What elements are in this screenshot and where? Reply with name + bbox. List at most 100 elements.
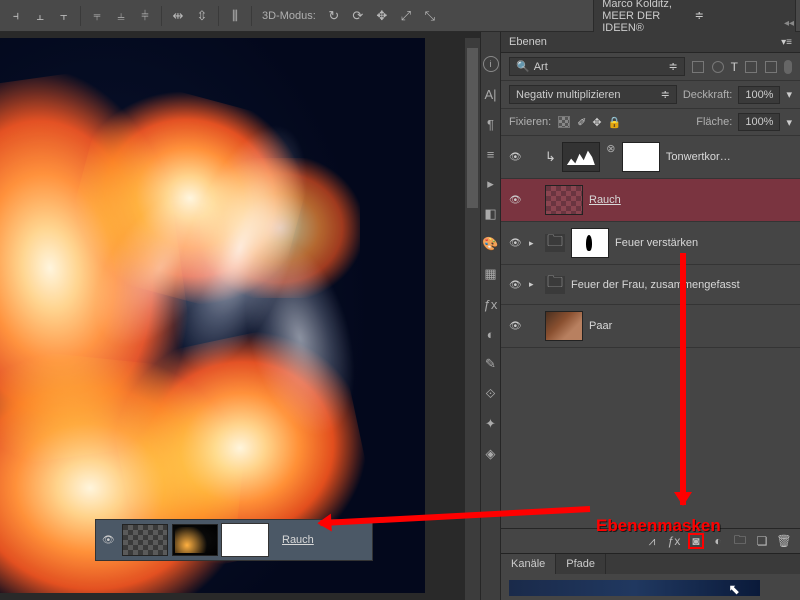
align-left-icon[interactable]: ⫞	[5, 5, 27, 27]
layer-mask-thumbnail[interactable]	[571, 228, 609, 258]
layer-list: ↳ ⊗ Tonwertkor… Rauch ▸ 🗀 Feuer verstärk…	[501, 136, 800, 528]
mask-link-icon[interactable]: ⊗	[606, 142, 616, 172]
layer-thumbnail	[122, 524, 168, 556]
styles-panel-icon[interactable]: ≡	[483, 146, 499, 162]
visibility-toggle[interactable]	[509, 279, 523, 291]
layer-name[interactable]: Feuer verstärken	[615, 237, 698, 249]
layer-filter-dropdown[interactable]: 🔍 Art ≑	[509, 57, 685, 76]
folder-icon: 🗀	[545, 234, 565, 252]
layers-panel-tab[interactable]: ◂◂ Ebenen ▾≡	[501, 32, 800, 53]
align-right-icon[interactable]: ⫟	[53, 5, 75, 27]
layer-row[interactable]: ▸ 🗀 Feuer der Frau, zusammengefasst	[501, 265, 800, 305]
new-adjustment-icon[interactable]: ◐	[710, 533, 726, 549]
3d-orbit-icon[interactable]: ↻	[323, 5, 345, 27]
filter-adjust-icon[interactable]	[712, 61, 724, 73]
lock-label: Fixieren:	[509, 116, 551, 128]
opacity-input[interactable]: 100%	[738, 86, 780, 104]
new-group-icon[interactable]: 🗀	[732, 533, 748, 549]
fill-label: Fläche:	[696, 116, 732, 128]
layer-name[interactable]: Rauch	[589, 194, 621, 206]
expand-toggle[interactable]: ▸	[529, 238, 539, 249]
mode-3d-label: 3D-Modus:	[262, 10, 316, 22]
distribute-v-icon[interactable]: ⇳	[191, 5, 213, 27]
lock-all-icon[interactable]: 🔒	[608, 116, 622, 129]
options-bar: ⫞ ⫠ ⫟ ⫧ ⫨ ⫩ ⇹ ⇳ ⫼ 3D-Modus: ↻ ⟳ ✥ ⤢ ⤡ Ma…	[0, 0, 800, 32]
panel-menu-icon[interactable]: ▾≡	[781, 37, 792, 48]
panel-icon[interactable]: ◧	[483, 206, 499, 222]
cursor-icon: ⬉	[728, 581, 740, 598]
blend-mode-dropdown[interactable]: Negativ multiplizieren ≑	[509, 85, 677, 104]
3d-roll-icon[interactable]: ⟳	[347, 5, 369, 27]
layer-row[interactable]: ▸ 🗀 Feuer verstärken	[501, 222, 800, 265]
expand-toggle[interactable]: ▸	[529, 279, 539, 290]
3d-slide-icon[interactable]: ⤢	[395, 5, 417, 27]
collapse-icon[interactable]: ◂◂	[784, 18, 794, 29]
layer-row[interactable]: ↳ ⊗ Tonwertkor…	[501, 136, 800, 179]
layer-row-selected[interactable]: Rauch	[501, 179, 800, 222]
link-layers-icon[interactable]: ⩘	[644, 533, 660, 549]
align-bottom-icon[interactable]: ⫩	[134, 5, 156, 27]
layer-name[interactable]: Paar	[589, 320, 612, 332]
lock-position-icon[interactable]: ✥	[592, 116, 601, 129]
filter-shape-icon[interactable]	[745, 61, 757, 73]
workspace-name: Marco Kolditz, MEER DER IDEEN®	[602, 0, 694, 34]
layer-mask-thumbnail	[222, 524, 268, 556]
layer-mask-thumbnail[interactable]	[622, 142, 660, 172]
paragraph-panel-icon[interactable]: ¶	[483, 116, 499, 132]
adjustment-thumbnail[interactable]	[562, 142, 600, 172]
fill-input[interactable]: 100%	[738, 113, 780, 131]
panel-group: ◂◂ Ebenen ▾≡ 🔍 Art ≑ T Negativ multipliz…	[500, 32, 800, 600]
visibility-toggle[interactable]	[509, 237, 523, 249]
new-layer-icon[interactable]: ❏	[754, 533, 770, 549]
bottom-panel-tabs: Kanäle Pfade	[501, 553, 800, 574]
align-top-icon[interactable]: ⫧	[86, 5, 108, 27]
add-layer-mask-icon[interactable]: ◙	[688, 533, 704, 549]
blend-mode-value: Negativ multiplizieren	[516, 89, 621, 101]
visibility-toggle[interactable]	[509, 320, 523, 332]
layer-thumbnail[interactable]	[545, 311, 583, 341]
channels-tab[interactable]: Kanäle	[501, 554, 556, 574]
chevron-down-icon[interactable]: ▾	[786, 88, 792, 101]
filter-pixel-icon[interactable]	[692, 61, 704, 73]
visibility-icon	[102, 534, 116, 546]
adjustments-panel-icon[interactable]: ◐	[483, 326, 499, 342]
layers-panel-footer: ⩘ ƒx ◙ ◐ 🗀 ❏ 🗑	[501, 528, 800, 553]
layer-fx-icon[interactable]: ƒx	[666, 533, 682, 549]
paths-tab[interactable]: Pfade	[556, 554, 606, 574]
align-center-v-icon[interactable]: ⫨	[110, 5, 132, 27]
3d-pan-icon[interactable]: ✥	[371, 5, 393, 27]
distribute-spacing-icon[interactable]: ⫼	[224, 5, 246, 27]
3d-scale-icon[interactable]: ⤡	[419, 5, 441, 27]
delete-layer-icon[interactable]: 🗑	[776, 533, 792, 549]
character-panel-icon[interactable]: A|	[483, 86, 499, 102]
layer-row[interactable]: Paar	[501, 305, 800, 348]
info-panel-icon[interactable]: i	[483, 56, 499, 72]
filter-smart-icon[interactable]	[765, 61, 777, 73]
visibility-toggle[interactable]	[509, 151, 523, 163]
align-center-h-icon[interactable]: ⫠	[29, 5, 51, 27]
swatches-panel-icon[interactable]: ▦	[483, 266, 499, 282]
layer-thumbnail[interactable]	[545, 185, 583, 215]
panel-icon[interactable]: ▸	[483, 176, 499, 192]
distribute-h-icon[interactable]: ⇹	[167, 5, 189, 27]
filter-type-icon[interactable]: T	[731, 60, 738, 74]
opacity-label: Deckkraft:	[683, 89, 733, 101]
chevron-updown-icon: ≑	[660, 60, 677, 73]
layer-name: Rauch	[282, 534, 314, 546]
visibility-toggle[interactable]	[509, 194, 523, 206]
lock-pixels-icon[interactable]: ✐	[577, 116, 586, 129]
clip-indicator-icon: ↳	[545, 149, 556, 165]
layer-name[interactable]: Feuer der Frau, zusammengefasst	[571, 279, 740, 291]
chevron-down-icon[interactable]: ▾	[786, 116, 792, 129]
panel-icon[interactable]: ◈	[483, 446, 499, 462]
fx-panel-icon[interactable]: ƒx	[483, 296, 499, 312]
filter-toggle[interactable]	[784, 60, 792, 74]
canvas[interactable]	[0, 38, 425, 593]
channels-panel[interactable]: ⬉	[501, 574, 800, 600]
lock-transparency-icon[interactable]	[558, 116, 570, 128]
color-panel-icon[interactable]: 🎨	[483, 236, 499, 252]
panel-icon[interactable]: ✦	[483, 416, 499, 432]
layer-name[interactable]: Tonwertkor…	[666, 151, 731, 163]
brush-panel-icon[interactable]: ✎	[483, 356, 499, 372]
panel-icon[interactable]: ⟐	[483, 386, 499, 402]
